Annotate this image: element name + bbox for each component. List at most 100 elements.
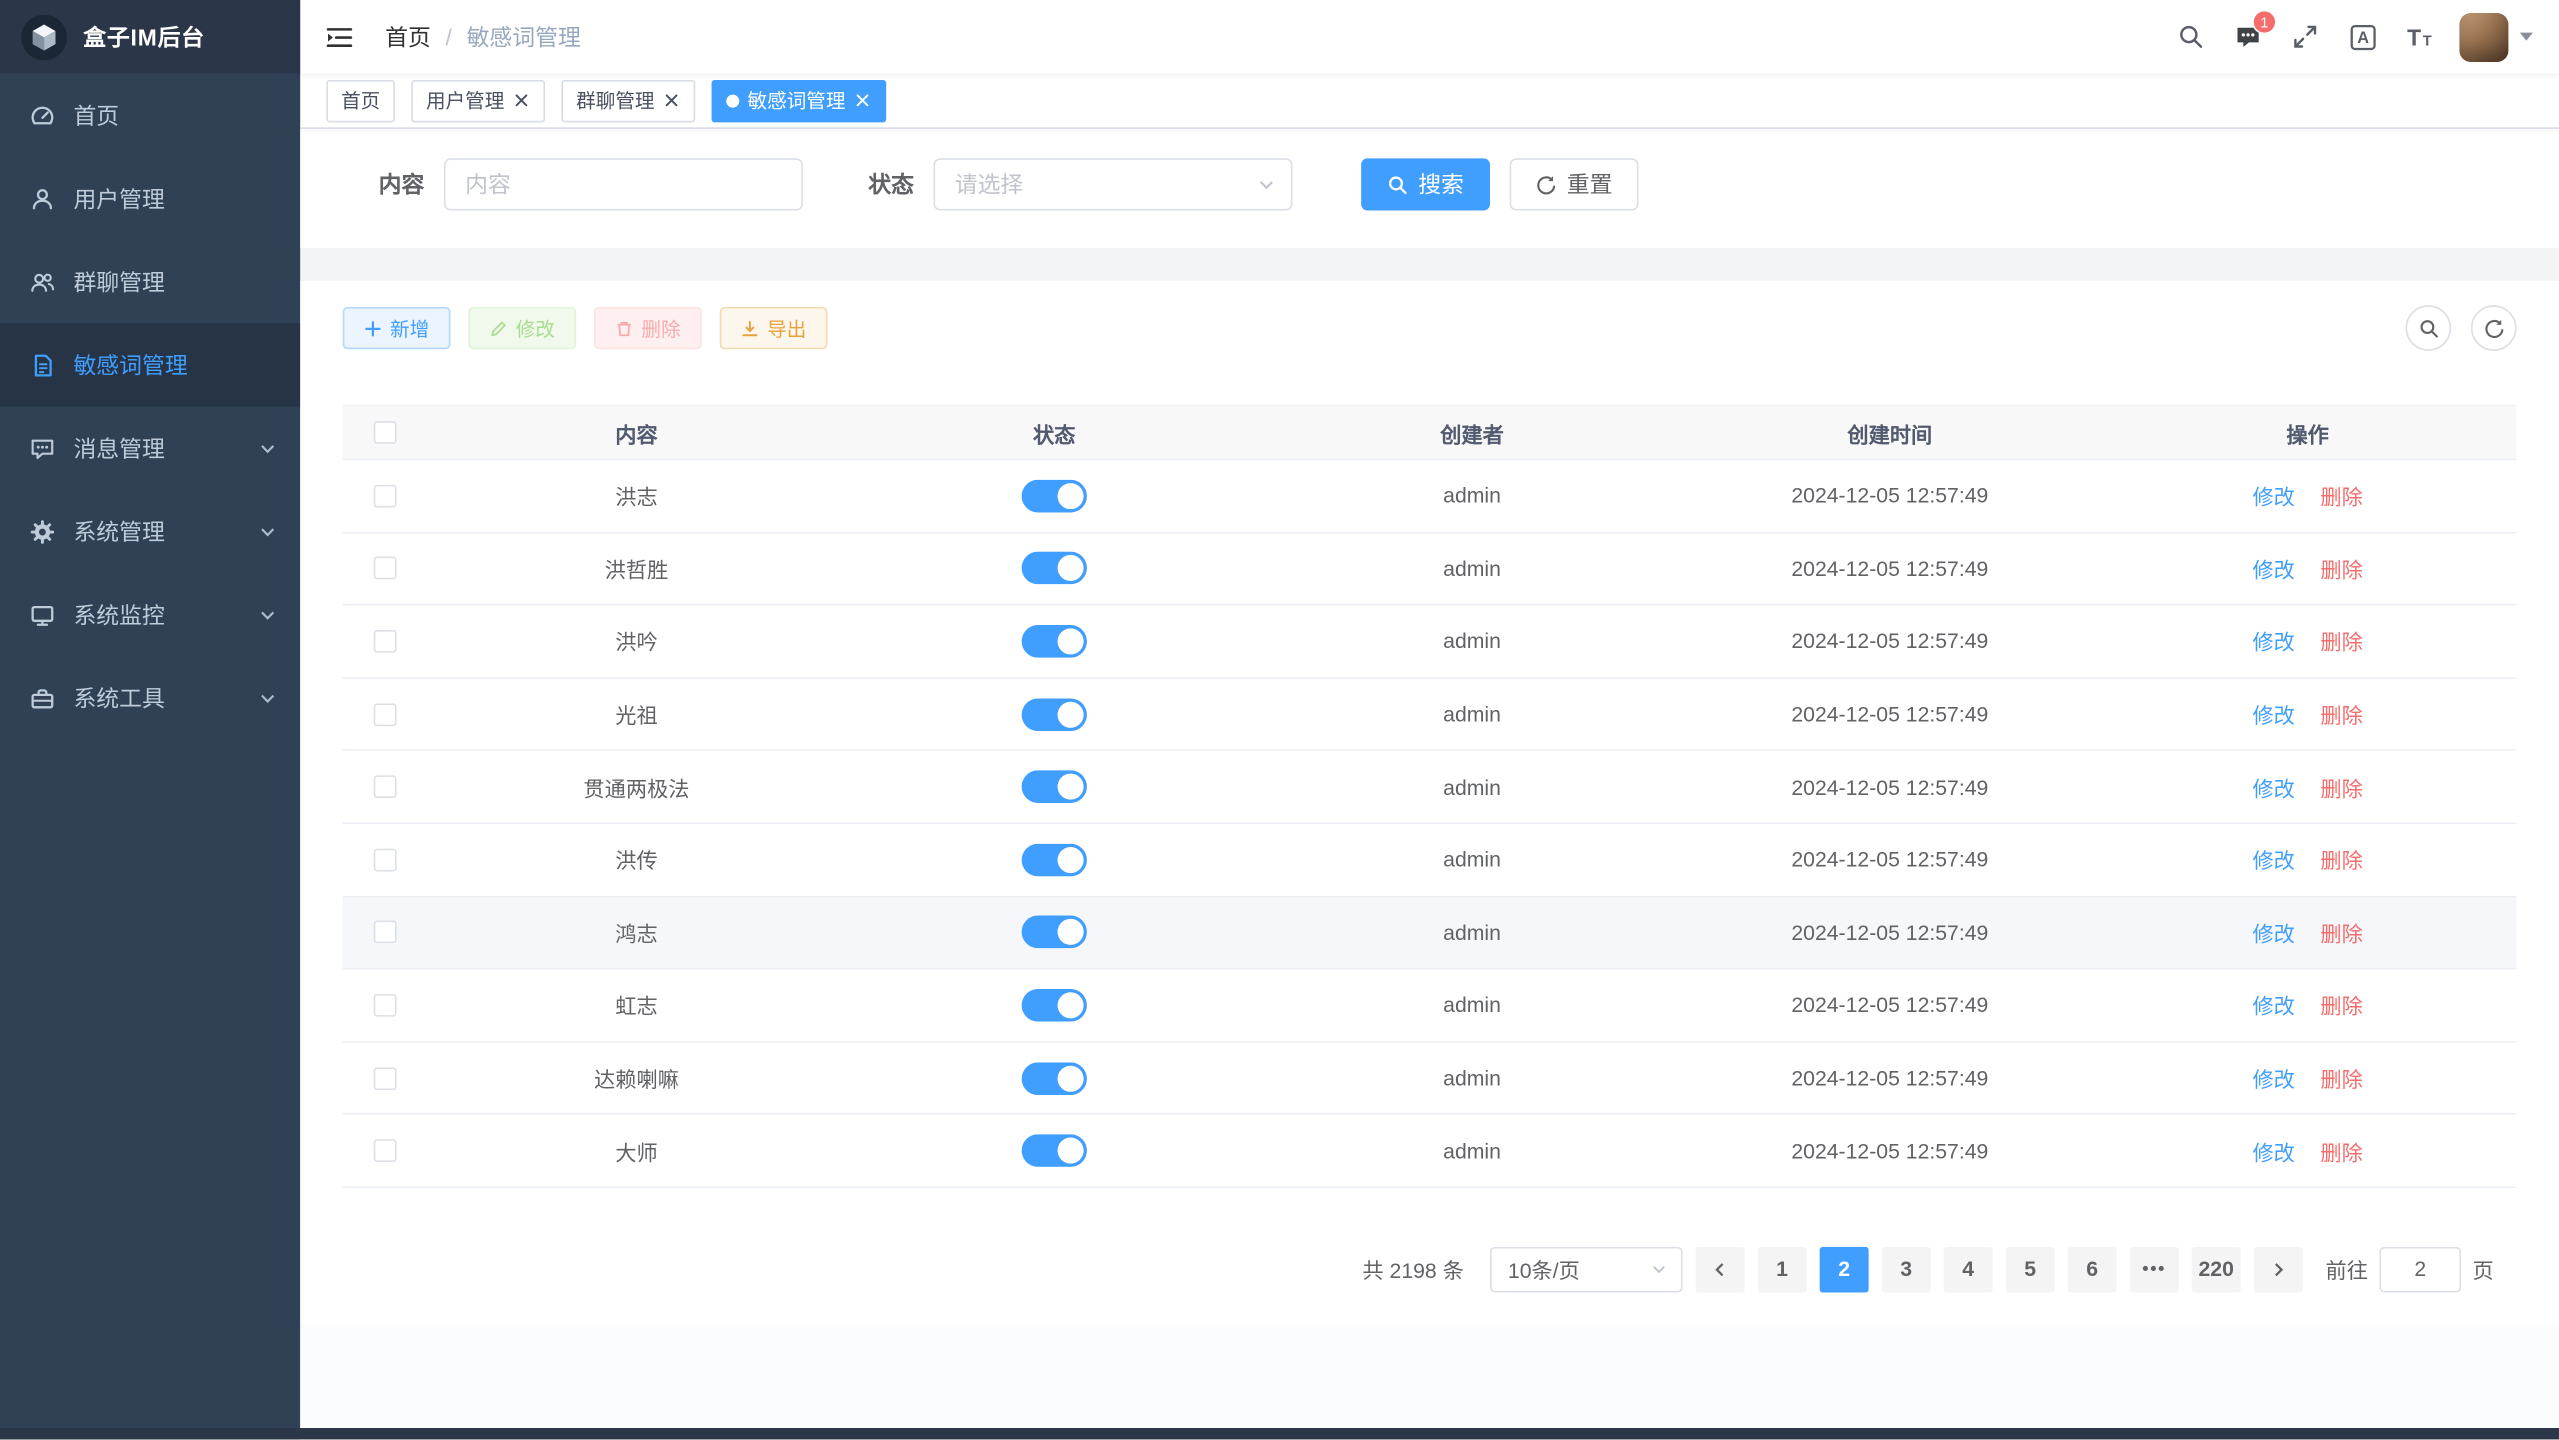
row-checkbox[interactable] — [374, 557, 397, 580]
page-button-6[interactable]: 6 — [2068, 1247, 2117, 1293]
sidebar-item-system-tools[interactable]: 系统工具 — [0, 656, 300, 739]
breadcrumb-home[interactable]: 首页 — [385, 20, 431, 53]
delete-button[interactable]: 删除 — [594, 307, 702, 349]
row-checkbox[interactable] — [374, 630, 397, 653]
row-edit-link[interactable]: 修改 — [2252, 776, 2294, 800]
status-toggle[interactable] — [1022, 552, 1087, 585]
status-filter-select[interactable]: 请选择 — [934, 158, 1293, 210]
row-edit-link[interactable]: 修改 — [2252, 485, 2294, 509]
status-toggle[interactable] — [1022, 771, 1087, 804]
row-delete-link[interactable]: 删除 — [2320, 704, 2362, 728]
toggle-knob — [1058, 1138, 1084, 1164]
row-delete-link[interactable]: 删除 — [2320, 995, 2362, 1019]
row-delete-link[interactable]: 删除 — [2320, 776, 2362, 800]
page-button-3[interactable]: 3 — [1882, 1247, 1931, 1293]
page-button-5[interactable]: 5 — [2006, 1247, 2055, 1293]
toggle-knob — [1058, 992, 1084, 1018]
layout-size-button[interactable]: A — [2334, 0, 2393, 73]
row-edit-link[interactable]: 修改 — [2252, 1067, 2294, 1091]
layout-size-icon: A — [2348, 22, 2377, 51]
cell-status — [845, 916, 1263, 949]
row-edit-link[interactable]: 修改 — [2252, 922, 2294, 946]
search-button[interactable]: 搜索 — [1361, 158, 1490, 210]
row-delete-link[interactable]: 删除 — [2320, 631, 2362, 655]
row-delete-link[interactable]: 删除 — [2320, 1067, 2362, 1091]
status-toggle[interactable] — [1022, 479, 1087, 512]
page-size-select[interactable]: 10条/页 — [1490, 1247, 1683, 1293]
tab-sensitive-words[interactable]: 敏感词管理 — [712, 79, 887, 121]
table-header: 内容 状态 创建者 创建时间 操作 — [343, 405, 2517, 460]
page-ellipsis-button[interactable]: ••• — [2130, 1247, 2179, 1293]
cell-content: 大师 — [428, 1135, 846, 1166]
page-button-220[interactable]: 220 — [2192, 1247, 2241, 1293]
content-filter-input[interactable] — [444, 158, 803, 210]
close-icon[interactable] — [512, 91, 530, 109]
fullscreen-button[interactable] — [2277, 0, 2334, 73]
export-button[interactable]: 导出 — [720, 307, 828, 349]
status-toggle[interactable] — [1022, 916, 1087, 949]
sidebar-item-message-management[interactable]: 消息管理 — [0, 406, 300, 489]
row-checkbox[interactable] — [374, 703, 397, 726]
status-toggle[interactable] — [1022, 1062, 1087, 1095]
collapse-sidebar-button[interactable] — [325, 20, 358, 53]
row-checkbox[interactable] — [374, 1139, 397, 1162]
page-button-4[interactable]: 4 — [1944, 1247, 1993, 1293]
user-menu[interactable] — [2459, 12, 2532, 61]
sidebar-item-system-management[interactable]: 系统管理 — [0, 490, 300, 573]
sidebar-item-sensitive-words[interactable]: 敏感词管理 — [0, 323, 300, 406]
header-message-button[interactable]: 1 — [2219, 0, 2276, 73]
page-button-1[interactable]: 1 — [1758, 1247, 1807, 1293]
row-checkbox[interactable] — [374, 775, 397, 798]
close-icon[interactable] — [663, 91, 681, 109]
row-delete-link[interactable]: 删除 — [2320, 849, 2362, 873]
sidebar-item-home[interactable]: 首页 — [0, 73, 300, 156]
row-edit-link[interactable]: 修改 — [2252, 849, 2294, 873]
row-checkbox[interactable] — [374, 921, 397, 944]
status-toggle[interactable] — [1022, 1134, 1087, 1167]
row-checkbox[interactable] — [374, 994, 397, 1017]
close-icon[interactable] — [854, 91, 872, 109]
status-toggle[interactable] — [1022, 989, 1087, 1022]
row-edit-link[interactable]: 修改 — [2252, 704, 2294, 728]
status-toggle[interactable] — [1022, 698, 1087, 731]
row-delete-link[interactable]: 删除 — [2320, 485, 2362, 509]
row-delete-link[interactable]: 删除 — [2320, 922, 2362, 946]
add-button[interactable]: 新增 — [343, 307, 451, 349]
font-size-button[interactable]: TT — [2392, 0, 2446, 73]
fullscreen-icon — [2291, 23, 2319, 51]
cell-created-at: 2024-12-05 12:57:49 — [1681, 1139, 2099, 1163]
row-edit-link[interactable]: 修改 — [2252, 1140, 2294, 1164]
sidebar-item-user-management[interactable]: 用户管理 — [0, 157, 300, 240]
avatar[interactable] — [2459, 12, 2508, 61]
toolbar-right — [2406, 305, 2517, 351]
goto-page-input[interactable] — [2379, 1247, 2461, 1293]
row-edit-link[interactable]: 修改 — [2252, 631, 2294, 655]
sidebar-item-group-management[interactable]: 群聊管理 — [0, 240, 300, 323]
row-checkbox[interactable] — [374, 484, 397, 507]
toggle-search-button[interactable] — [2406, 305, 2452, 351]
reset-button[interactable]: 重置 — [1510, 158, 1639, 210]
tab-home[interactable]: 首页 — [326, 79, 395, 121]
toggle-knob — [1058, 628, 1084, 654]
row-edit-link[interactable]: 修改 — [2252, 558, 2294, 582]
next-page-button[interactable] — [2254, 1247, 2303, 1293]
select-all-checkbox[interactable] — [374, 421, 397, 444]
edit-button[interactable]: 修改 — [468, 307, 576, 349]
row-delete-link[interactable]: 删除 — [2320, 1140, 2362, 1164]
row-checkbox[interactable] — [374, 1067, 397, 1090]
tab-user-management[interactable]: 用户管理 — [411, 79, 545, 121]
prev-page-button[interactable] — [1696, 1247, 1745, 1293]
row-checkbox[interactable] — [374, 848, 397, 871]
page-button-2-active[interactable]: 2 — [1820, 1247, 1869, 1293]
sidebar-menu: 首页 用户管理 群聊管理 敏感词管理 — [0, 73, 300, 739]
refresh-table-button[interactable] — [2471, 305, 2517, 351]
status-toggle[interactable] — [1022, 843, 1087, 876]
row-edit-link[interactable]: 修改 — [2252, 995, 2294, 1019]
goto-suffix: 页 — [2472, 1254, 2493, 1285]
section-gap — [300, 248, 2559, 281]
sidebar-item-system-monitor[interactable]: 系统监控 — [0, 573, 300, 656]
status-toggle[interactable] — [1022, 625, 1087, 658]
header-search-button[interactable] — [2162, 0, 2219, 73]
row-delete-link[interactable]: 删除 — [2320, 558, 2362, 582]
tab-group-management[interactable]: 群聊管理 — [561, 79, 695, 121]
